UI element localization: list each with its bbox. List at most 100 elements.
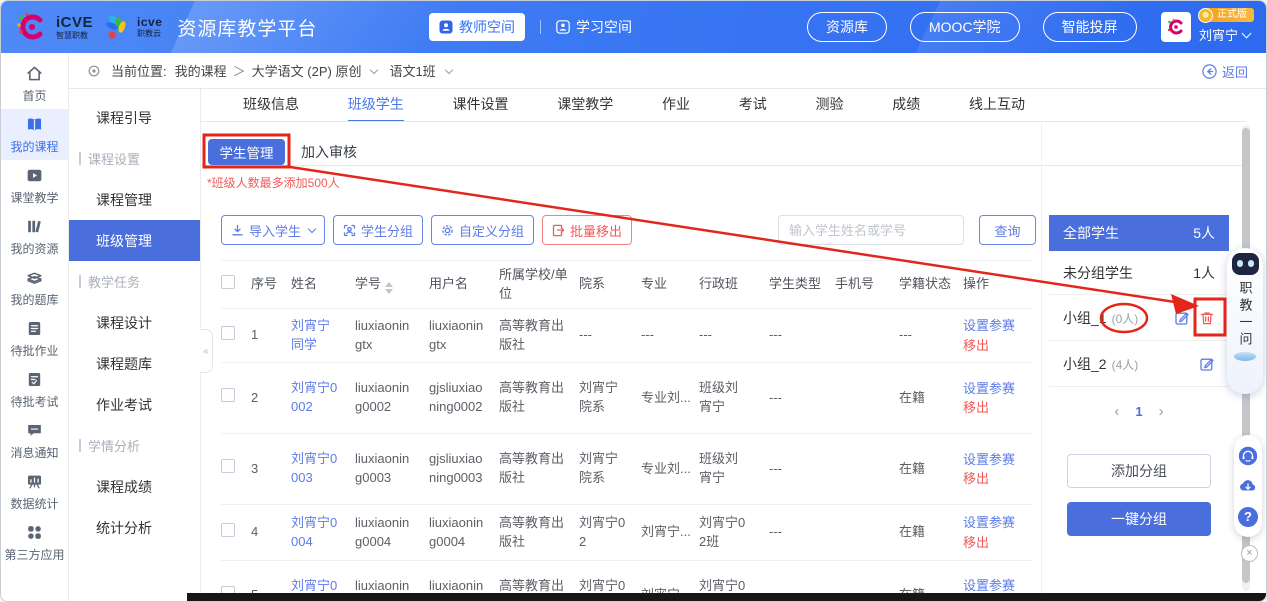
delete-trash-icon[interactable] [1199, 310, 1215, 326]
sidebar-item-my-courses[interactable]: 我的课程 [1, 109, 68, 160]
breadcrumb-course[interactable]: 大学语文 (2P) 原创 [252, 61, 362, 80]
submenu-item-course-design[interactable]: 课程设计 [69, 302, 200, 343]
row-checkbox[interactable] [221, 585, 235, 593]
sort-icon[interactable] [385, 282, 394, 294]
tab-class-info[interactable]: 班级信息 [243, 89, 299, 122]
student-name-link[interactable]: 刘宵宁0005 [291, 577, 355, 593]
remove-link[interactable]: 移出 [963, 336, 1033, 356]
tab-score[interactable]: 成绩 [892, 89, 920, 122]
student-name-link[interactable]: 刘宵宁0002 [291, 379, 355, 417]
query-button[interactable]: 查询 [979, 215, 1036, 245]
customer-service-icon[interactable] [1238, 446, 1258, 466]
sidebar-item-label: 数据统计 [10, 496, 59, 511]
student-name-link[interactable]: 刘宵宁0003 [291, 450, 355, 488]
tab-courseware-settings[interactable]: 课件设置 [453, 89, 509, 122]
sidebar-item-label: 我的课程 [10, 139, 59, 154]
zhijiao-assistant-widget[interactable]: 职教一问 [1227, 248, 1263, 394]
back-button[interactable]: 返回 [1202, 53, 1248, 89]
sidebar-item-third-party-apps[interactable]: 第三方应用 [1, 517, 68, 568]
breadcrumb-prefix: 当前位置: [111, 64, 167, 79]
breadcrumb-root[interactable]: 我的课程 [175, 61, 227, 80]
row-checkbox[interactable] [221, 325, 235, 340]
close-toolbar-icon[interactable]: × [1241, 545, 1258, 562]
remove-link[interactable]: 移出 [963, 398, 1033, 418]
row-checkbox[interactable] [221, 522, 235, 537]
sidebar-item-home[interactable]: 首页 [1, 58, 68, 109]
ungrouped-students-row[interactable]: 未分组学生 1人 [1049, 251, 1229, 295]
submenu-item-course-question-bank[interactable]: 课程题库 [69, 343, 200, 384]
join-review-subtab[interactable]: 加入审核 [301, 139, 357, 165]
submenu-item-course-guide[interactable]: 课程引导 [69, 97, 200, 138]
row-checkbox[interactable] [221, 459, 235, 474]
col-actions: 操作 [963, 276, 990, 292]
edit-icon[interactable] [1174, 310, 1190, 326]
learning-space-button[interactable]: 学习空间 [556, 17, 632, 37]
select-all-checkbox[interactable] [221, 274, 235, 289]
sidebar-item-classroom-teaching[interactable]: 课堂教学 [1, 160, 68, 211]
sidebar-item-data-statistics[interactable]: 数据统计 [1, 466, 68, 517]
import-students-button[interactable]: 导入学生 [221, 215, 326, 245]
sidebar-item-pending-exam[interactable]: 待批考试 [1, 364, 68, 415]
sidebar-item-messages[interactable]: 消息通知 [1, 415, 68, 466]
remove-link[interactable]: 移出 [963, 533, 1033, 553]
sidebar-collapse-handle[interactable]: « [200, 329, 213, 373]
tab-quiz[interactable]: 测验 [816, 89, 844, 122]
student-name-link[interactable]: 刘宵宁0004 [291, 514, 355, 552]
zhijiaoyun-logo-text: icve 职教云 [137, 15, 163, 38]
set-contest-link[interactable]: 设置参赛 [963, 379, 1033, 399]
row-checkbox[interactable] [221, 388, 235, 403]
prev-page-icon[interactable]: ‹ [1114, 403, 1119, 420]
batch-remove-button[interactable]: 批量移出 [542, 215, 633, 245]
all-students-row[interactable]: 全部学生 5人 [1049, 215, 1229, 251]
set-contest-link[interactable]: 设置参赛 [963, 513, 1033, 533]
submenu-item-course-manage[interactable]: 课程管理 [69, 179, 200, 220]
smart-cast-button[interactable]: 智能投屏 [1042, 12, 1137, 42]
sidebar-item-pending-homework[interactable]: 待批作业 [1, 313, 68, 364]
set-contest-link[interactable]: 设置参赛 [963, 316, 1033, 336]
floating-toolbar: ? [1234, 435, 1262, 537]
col-student-id[interactable]: 学号 [355, 275, 429, 294]
chevron-down-icon[interactable] [370, 65, 379, 74]
remove-link[interactable]: 移出 [963, 469, 1033, 489]
edit-icon[interactable] [1199, 356, 1215, 372]
tab-homework[interactable]: 作业 [662, 89, 690, 122]
set-contest-link[interactable]: 设置参赛 [963, 576, 1033, 593]
custom-grouping-button[interactable]: 自定义分组 [431, 215, 535, 245]
search-input[interactable] [778, 215, 964, 245]
add-group-button[interactable]: 添加分组 [1067, 454, 1211, 488]
sidebar-item-question-bank[interactable]: 我的题库 [1, 262, 68, 313]
resource-library-button[interactable]: 资源库 [807, 12, 887, 42]
teacher-space-icon [439, 20, 453, 34]
tab-exam[interactable]: 考试 [739, 89, 767, 122]
breadcrumb-class[interactable]: 语文1班 [389, 61, 435, 80]
platform-title: 资源库教学平台 [177, 18, 318, 40]
student-name-link[interactable]: 刘宵宁同学 [291, 317, 355, 355]
student-manage-subtab[interactable]: 学生管理 [208, 139, 285, 165]
group-row-2[interactable]: 小组_2 (4人) [1049, 341, 1229, 387]
chevron-down-icon[interactable] [444, 65, 453, 74]
auto-group-button[interactable]: 一键分组 [1067, 502, 1211, 536]
user-menu[interactable]: 刘宵宁 [1199, 25, 1252, 44]
group-row-1[interactable]: 小组_1 (0人) [1049, 295, 1229, 341]
teacher-space-button[interactable]: 教师空间 [429, 13, 525, 41]
sidebar-item-my-resources[interactable]: 我的资源 [1, 211, 68, 262]
student-grouping-button[interactable]: 学生分组 [333, 215, 424, 245]
cloud-download-icon[interactable] [1238, 476, 1258, 496]
stats-board-icon [27, 475, 42, 488]
help-icon[interactable]: ? [1238, 506, 1258, 527]
submenu-item-stats-analysis[interactable]: 统计分析 [69, 507, 200, 548]
group-frame-icon [343, 224, 356, 236]
submenu-item-class-manage[interactable]: 班级管理 [69, 220, 200, 261]
tab-class-students[interactable]: 班级学生 [347, 89, 404, 122]
tab-online-interaction[interactable]: 线上互动 [969, 89, 1025, 122]
tab-classroom-teaching[interactable]: 课堂教学 [557, 89, 613, 122]
set-contest-link[interactable]: 设置参赛 [963, 450, 1033, 470]
mooc-academy-button[interactable]: MOOC学院 [910, 12, 1020, 42]
avatar[interactable] [1161, 12, 1191, 42]
next-page-icon[interactable]: › [1159, 403, 1164, 420]
submenu-item-course-score[interactable]: 课程成绩 [69, 466, 200, 507]
submenu-item-homework-exam[interactable]: 作业考试 [69, 384, 200, 425]
user-area[interactable]: 正式版 刘宵宁 [1161, 8, 1254, 44]
space-switcher: 教师空间 学习空间 [429, 1, 632, 53]
col-department: 院系 [579, 276, 606, 292]
